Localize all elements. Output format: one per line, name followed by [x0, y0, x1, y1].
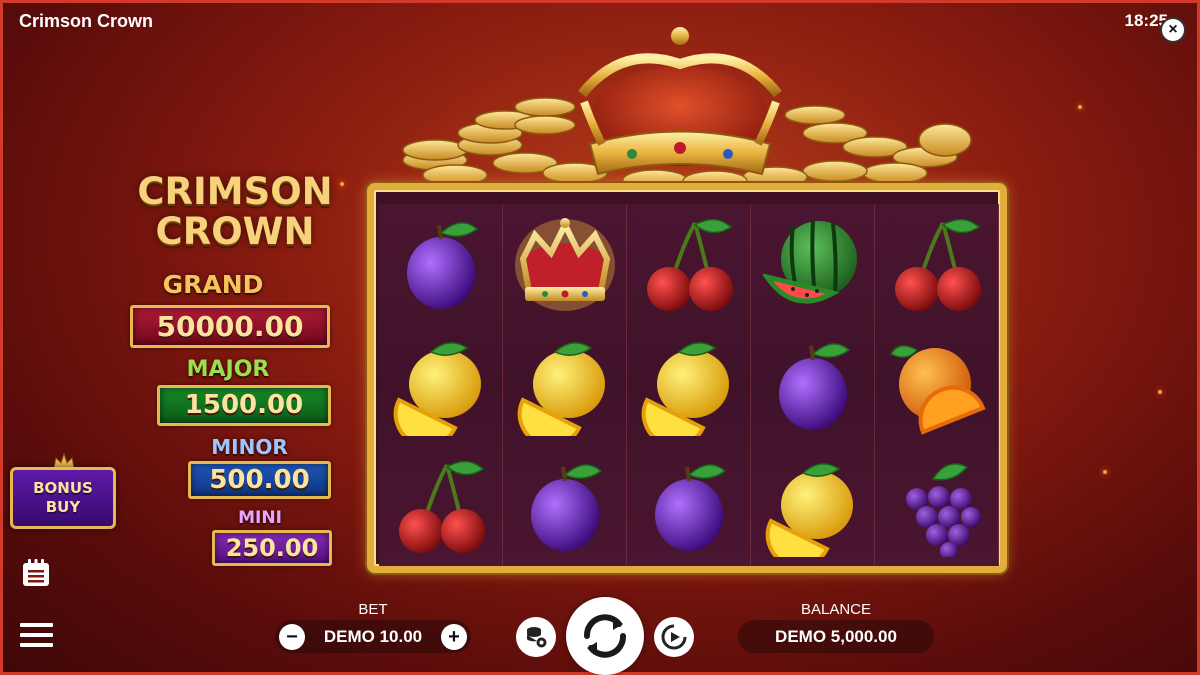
reel-2 [503, 204, 627, 566]
balance-label: BALANCE [800, 601, 872, 618]
grapes-icon [906, 462, 981, 557]
ember-particle [1078, 105, 1082, 109]
bet-settings-button[interactable] [516, 617, 556, 657]
reel-symbol-plum [379, 204, 503, 325]
ember-particle [1158, 390, 1162, 394]
reel-symbol-lemon [379, 325, 503, 446]
ember-particle [1103, 470, 1107, 474]
menu-icon[interactable] [20, 623, 53, 649]
logo-line-2: CROWN [155, 210, 315, 253]
jackpot-major-label: MAJOR [186, 357, 270, 382]
spin-icon [584, 614, 626, 658]
plum-icon [407, 221, 479, 309]
jackpot-major-value: 1500.00 [157, 385, 331, 426]
autoplay-button[interactable] [654, 617, 694, 657]
reel-symbol-lemon [627, 325, 751, 446]
autoplay-icon [661, 624, 687, 650]
reel-symbol-plum [627, 446, 751, 567]
reel-symbol-cherry [875, 204, 999, 325]
bonus-buy-label-2: BUY [45, 498, 81, 516]
lemon-icon [393, 341, 481, 436]
cherry-icon [895, 218, 981, 311]
bonus-buy-label-1: BONUS [33, 479, 93, 497]
lemon-icon [517, 341, 605, 436]
jackpot-minor-label: MINOR [211, 435, 288, 459]
logo-line-1: CRIMSON [137, 170, 333, 213]
app-title: Crimson Crown [19, 11, 154, 31]
settings-coins-icon [527, 627, 547, 648]
crown-icon [515, 217, 615, 311]
reel-4 [751, 204, 875, 566]
reels-frame [367, 183, 1007, 573]
reel-symbol-plum [503, 446, 627, 567]
bet-selector: − DEMO 10.00 + [275, 620, 471, 653]
reel-symbol-crown [503, 204, 627, 325]
decrease-bet-button[interactable]: − [279, 623, 305, 650]
jackpot-mini-label: MINI [238, 508, 282, 528]
reel-symbol-cherry [627, 204, 751, 325]
reel-1 [379, 204, 503, 566]
watermelon-icon [763, 220, 857, 303]
lemon-icon [765, 462, 853, 557]
close-icon: × [1168, 21, 1178, 38]
cherry-icon [399, 460, 485, 553]
reel-symbol-orange [875, 325, 999, 446]
increase-bet-button[interactable]: + [440, 623, 467, 650]
reel-symbol-lemon [503, 325, 627, 446]
jackpot-grand-value: 50000.00 [130, 305, 330, 348]
reel-symbol-watermelon [751, 204, 875, 325]
reel-symbol-lemon [751, 446, 875, 567]
bet-label: BET [358, 601, 388, 618]
plum-icon [779, 342, 851, 430]
reel-symbol-plum [751, 325, 875, 446]
jackpot-minor-value: 500.00 [188, 461, 331, 499]
plum-icon [655, 463, 727, 551]
plus-icon: + [448, 625, 460, 648]
reel-symbol-cherry [379, 446, 503, 567]
game-logo: CRIMSON CROWN [130, 172, 340, 252]
reel-3 [627, 204, 751, 566]
cherry-icon [647, 218, 733, 311]
lemon-icon [641, 341, 729, 436]
minus-icon: − [286, 625, 298, 648]
ember-particle [340, 182, 344, 186]
jackpot-grand-label: GRAND [162, 270, 264, 299]
spin-button[interactable] [566, 597, 644, 675]
balance-value: DEMO 5,000.00 [775, 626, 897, 646]
bonus-buy-button[interactable]: BONUS BUY [10, 467, 116, 529]
orange-icon [889, 344, 986, 435]
top-crown-decoration [578, 27, 782, 176]
jackpot-mini-value: 250.00 [212, 530, 332, 566]
balance-display: DEMO 5,000.00 [738, 620, 934, 653]
reel-5 [875, 204, 999, 566]
close-button[interactable]: × [1160, 17, 1186, 43]
bet-value: DEMO 10.00 [323, 626, 423, 646]
reel-symbol-grapes [875, 446, 999, 567]
plum-icon [531, 463, 603, 551]
paytable-icon[interactable] [21, 558, 51, 588]
